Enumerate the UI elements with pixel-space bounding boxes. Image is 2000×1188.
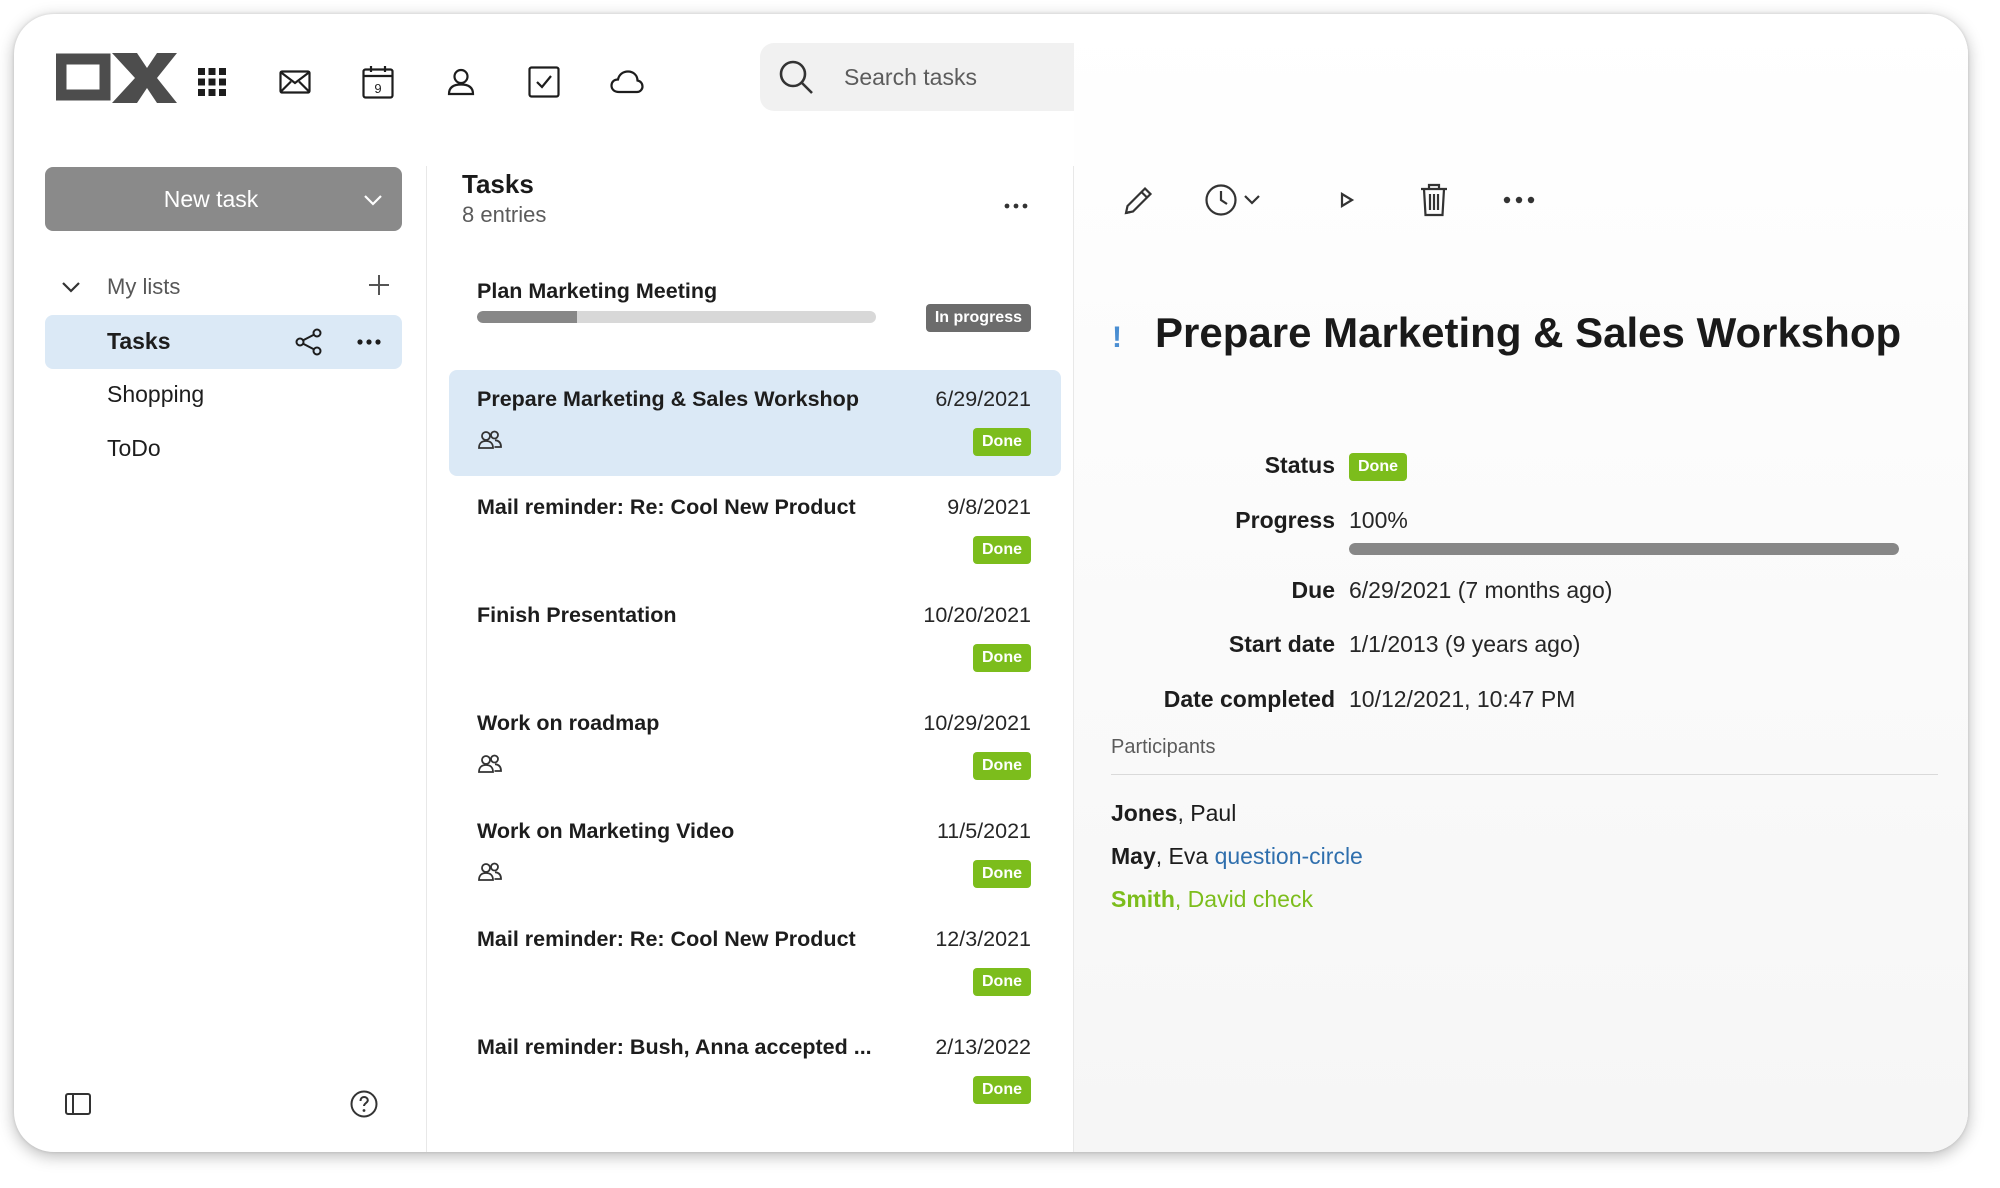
new-task-button[interactable]: New task [45, 167, 402, 231]
task-list-item[interactable]: Work on roadmap 10/29/2021 Done [449, 694, 1061, 800]
task-title: Prepare Marketing & Sales Workshop [477, 387, 859, 411]
task-due-date: 2/13/2022 [935, 1035, 1031, 1059]
task-title: Finish Presentation [477, 603, 677, 627]
task-status-badge: In progress [925, 304, 1031, 332]
participant-jones[interactable]: Jones, Paul [1111, 800, 1236, 827]
participant-last-name: May [1111, 843, 1156, 869]
participants-group-icon [478, 754, 502, 774]
participant-may[interactable]: May, Eva question-circle [1111, 843, 1363, 870]
detail-progress-fill [1349, 543, 1899, 555]
status-label: Status [1264, 452, 1335, 478]
contacts-icon[interactable] [431, 52, 491, 112]
task-due-date: 10/29/2021 [923, 711, 1031, 735]
due-value: 6/29/2021 (7 months ago) [1349, 577, 1613, 603]
ox-logo[interactable] [56, 52, 178, 104]
task-list-item[interactable]: Mail reminder: Re: Cool New Product 12/3/… [449, 910, 1061, 1016]
new-task-label: New task [163, 185, 259, 212]
participant-last-name: Jones [1111, 800, 1178, 826]
due-label: Due [1291, 577, 1335, 603]
more-icon[interactable] [1502, 183, 1536, 217]
share-icon[interactable] [295, 328, 323, 356]
task-status-badge: Done [973, 968, 1031, 996]
progress-value: 100% [1349, 507, 1408, 533]
participant-last-name: Smith [1111, 886, 1175, 912]
reminder-clock-icon[interactable] [1204, 183, 1266, 217]
sidebar-item-tasks[interactable]: Tasks [45, 315, 402, 369]
participant-status-tag: question-circle [1214, 843, 1363, 869]
task-list-item[interactable]: Work on Marketing Video 11/5/2021 Done [449, 802, 1061, 908]
toggle-sidebar-icon[interactable] [65, 1093, 91, 1115]
task-title: Mail reminder: Re: Cool New Product [477, 495, 856, 519]
task-due-date: 12/3/2021 [935, 927, 1031, 951]
start-date-label: Start date [1228, 631, 1335, 657]
add-list-plus-icon[interactable] [367, 273, 391, 297]
task-list-item[interactable]: Prepare Marketing & Sales Workshop 6/29/2… [449, 370, 1061, 476]
task-progress-bar [477, 311, 876, 323]
participants-group-icon [478, 430, 502, 450]
list-more-options-icon[interactable] [1002, 199, 1030, 213]
task-due-date: 11/5/2021 [936, 819, 1031, 843]
task-list-item[interactable]: Mail reminder: Re: Cool New Product 9/8/2… [449, 478, 1061, 584]
my-lists-label[interactable]: My lists [107, 274, 180, 300]
task-status-badge: Done [973, 644, 1031, 672]
mail-icon[interactable] [265, 52, 325, 112]
sidebar-item-label: ToDo [107, 435, 161, 461]
task-status-badge: Done [973, 428, 1031, 456]
task-list-item[interactable]: Mail reminder: Bush, Anna accepted ... 2/… [449, 1018, 1061, 1124]
progress-label: Progress [1235, 507, 1335, 533]
participants-group-icon [478, 862, 502, 882]
participants-divider [1111, 774, 1938, 775]
tasks-icon[interactable] [514, 52, 574, 112]
participants-heading: Participants [1111, 736, 1216, 758]
app-window: 9 Search tasks New task My lists Tasks S… [14, 14, 1968, 1152]
task-progress-fill [477, 311, 577, 323]
participant-status-tag: check [1252, 886, 1313, 912]
date-completed-label: Date completed [1163, 686, 1335, 712]
task-title: Mail reminder: Bush, Anna accepted ... [477, 1035, 872, 1059]
sidebar-item-label: Tasks [107, 328, 171, 354]
task-due-date: 10/20/2021 [923, 603, 1031, 627]
sidebar-item-todo[interactable]: ToDo [45, 422, 402, 476]
start-play-icon[interactable] [1336, 183, 1360, 217]
task-count: 8 entries [462, 202, 547, 227]
sidebar-item-shopping[interactable]: Shopping [45, 368, 402, 422]
sidebar-item-label: Shopping [107, 381, 205, 407]
task-list-item[interactable]: Finish Presentation 10/20/2021 Done [449, 586, 1061, 692]
task-status-badge: Done [973, 1076, 1031, 1104]
task-status-badge: Done [973, 536, 1031, 564]
calendar-day-label: 9 [374, 81, 381, 96]
task-status-badge: Done [973, 860, 1031, 888]
calendar-icon[interactable]: 9 [348, 52, 408, 112]
start-date-value: 1/1/2013 (9 years ago) [1349, 631, 1581, 657]
drive-cloud-icon[interactable] [597, 52, 657, 112]
task-detail-title: Prepare Marketing & Sales Workshop [1155, 309, 1902, 356]
detail-progress-bar [1349, 543, 1899, 555]
collapse-chevron-icon[interactable] [60, 276, 82, 298]
task-title: Work on Marketing Video [477, 819, 735, 843]
task-status-badge: Done [973, 752, 1031, 780]
participant-first-name: Paul [1190, 800, 1237, 826]
apps-grid-icon[interactable] [182, 52, 242, 112]
detail-divider [1073, 166, 1074, 1152]
sidebar-divider [426, 166, 427, 1152]
delete-trash-icon[interactable] [1419, 183, 1449, 217]
task-list-title: Tasks [462, 169, 534, 199]
task-title: Mail reminder: Re: Cool New Product [477, 927, 856, 951]
participant-first-name: David [1187, 886, 1247, 912]
chevron-down-icon[interactable] [362, 189, 384, 211]
task-list-item[interactable]: Plan Marketing Meeting In progress [449, 262, 1061, 368]
help-circle-icon[interactable] [350, 1090, 378, 1118]
participant-first-name: Eva [1168, 843, 1209, 869]
status-badge: Done [1349, 453, 1407, 481]
more-options-icon[interactable] [355, 328, 383, 356]
participant-smith[interactable]: Smith, David check [1111, 886, 1313, 913]
task-title: Work on roadmap [477, 711, 660, 735]
search-icon[interactable] [776, 57, 816, 97]
edit-pencil-icon[interactable] [1122, 183, 1156, 217]
task-title: Plan Marketing Meeting [477, 279, 718, 303]
task-due-date: 6/29/2021 [935, 387, 1031, 411]
high-priority-icon: ! [1112, 321, 1122, 354]
task-due-date: 9/8/2021 [947, 495, 1031, 519]
date-completed-value: 10/12/2021, 10:47 PM [1349, 686, 1576, 712]
